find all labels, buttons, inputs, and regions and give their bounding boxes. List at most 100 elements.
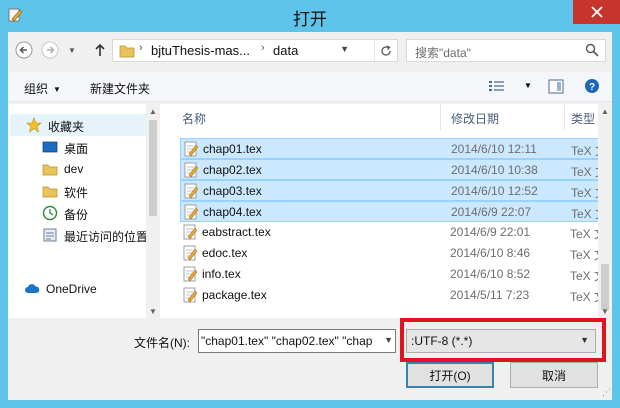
column-header-name[interactable]: 名称 [168, 104, 440, 130]
column-header-type[interactable]: 类型 [565, 104, 598, 130]
tex-file-icon [183, 287, 198, 303]
nav-item-label: 软件 [64, 186, 89, 200]
column-header-date[interactable]: 修改日期 [441, 104, 563, 130]
nav-item-label: 桌面 [64, 142, 89, 156]
refresh-icon [381, 44, 391, 56]
back-button[interactable] [14, 40, 34, 60]
breadcrumb-parent[interactable]: bjtuThesis-mas... [151, 43, 250, 58]
svg-text:?: ? [589, 82, 595, 93]
chevron-down-icon: ▼ [68, 45, 76, 55]
file-row[interactable]: chap01.tex2014/6/10 12:11TeX 文 [180, 138, 603, 159]
scroll-up-arrow-icon[interactable]: ▲ [146, 104, 160, 118]
title-bar: 打开 [0, 0, 620, 32]
resize-grip-icon[interactable]: ⋰ [602, 387, 611, 398]
breadcrumb-separator: › [261, 42, 265, 54]
file-date: 2014/6/10 8:52 [450, 267, 531, 281]
file-date: 2014/6/9 22:01 [450, 225, 531, 239]
file-name: chap01.tex [203, 142, 262, 156]
chevron-down-icon: ▼ [53, 85, 61, 94]
help-icon[interactable]: ? [584, 78, 600, 94]
up-button[interactable] [90, 40, 110, 60]
star-icon [26, 117, 42, 133]
forward-button[interactable] [40, 40, 60, 60]
tex-file-icon [183, 224, 198, 240]
window-frame: ▼ › bjtuThesis-mas... › data ▼ 搜索"data" … [0, 32, 620, 408]
window-title: 打开 [293, 10, 327, 29]
open-button[interactable]: 打开(O) [406, 362, 494, 388]
tex-file-icon [183, 245, 198, 261]
pane-splitter[interactable] [160, 104, 168, 318]
file-name: edoc.tex [202, 246, 248, 260]
preview-pane-icon[interactable] [548, 79, 564, 94]
file-name: chap03.tex [203, 184, 262, 198]
filename-label: 文件名(N): [134, 336, 190, 350]
view-dropdown-icon[interactable]: ▼ [524, 81, 532, 90]
cancel-button[interactable]: 取消 [510, 362, 598, 388]
filetype-select[interactable]: :UTF-8 (*.*) ▼ [406, 329, 596, 353]
file-name: chap02.tex [203, 163, 262, 177]
file-name: chap04.tex [203, 205, 262, 219]
scroll-down-arrow-icon[interactable]: ▼ [146, 304, 160, 318]
chevron-down-icon[interactable]: ▼ [384, 335, 393, 345]
navigation-pane: 收藏夹 桌面 dev 软件 备份 最近访问的位置 OneDrive ▲ ▼ [8, 104, 160, 318]
nav-item-label: dev [64, 162, 84, 176]
file-list: 名称 修改日期 类型 chap01.tex 2014/6/10 12:11 TeX … [168, 104, 612, 318]
file-date: 2014/6/10 10:38 [451, 163, 538, 177]
refresh-button[interactable] [375, 40, 397, 61]
tex-file-icon [183, 266, 198, 282]
backup-clock-icon [42, 205, 58, 221]
recent-places-icon [43, 228, 57, 242]
column-header-label: 类型 [571, 112, 596, 126]
forward-arrow-icon [41, 41, 59, 59]
tex-file-icon [184, 141, 199, 157]
scroll-down-arrow-icon[interactable]: ▼ [598, 304, 612, 318]
file-name: eabstract.tex [202, 225, 271, 239]
nav-item-label: 最近访问的位置 [64, 230, 149, 244]
tex-file-icon [184, 162, 199, 178]
breadcrumb-separator: › [139, 42, 143, 54]
filename-value: "chap01.tex" "chap02.tex" "chap [201, 334, 373, 348]
breadcrumb-current[interactable]: data [273, 43, 298, 58]
address-bar[interactable]: › bjtuThesis-mas... › data ▼ [112, 39, 398, 62]
new-folder-button[interactable]: 新建文件夹 [90, 80, 150, 97]
address-dropdown-icon[interactable]: ▼ [340, 44, 349, 54]
close-button[interactable] [573, 0, 620, 24]
folder-icon [119, 45, 135, 58]
folder-icon [42, 186, 58, 198]
file-row[interactable]: chap04.tex2014/6/9 22:07TeX 文 [180, 201, 603, 222]
close-icon [590, 6, 603, 18]
file-list-scrollbar[interactable]: ▲ ▼ [598, 104, 612, 318]
recent-locations-button[interactable]: ▼ [62, 40, 82, 60]
tex-file-icon [184, 204, 199, 220]
file-date: 2014/6/10 8:46 [450, 246, 531, 260]
search-input[interactable]: 搜索"data" [406, 39, 606, 62]
organize-menu[interactable]: 组织 ▼ [24, 80, 61, 97]
nav-item-label: OneDrive [46, 282, 97, 296]
search-icon [585, 43, 599, 57]
scrollbar-thumb[interactable] [149, 120, 157, 216]
up-arrow-icon [95, 43, 105, 56]
chevron-down-icon: ▼ [580, 335, 589, 345]
file-row[interactable]: chap03.tex2014/6/10 12:52TeX 文 [180, 180, 603, 201]
file-row[interactable]: chap02.tex2014/6/10 10:38TeX 文 [180, 159, 603, 180]
file-date: 2014/6/10 12:52 [451, 184, 538, 198]
filetype-value: :UTF-8 (*.*) [411, 334, 473, 348]
folder-icon [42, 164, 58, 176]
file-date: 2014/6/9 22:07 [451, 205, 532, 219]
scroll-up-arrow-icon[interactable]: ▲ [598, 104, 612, 118]
cloud-icon [25, 284, 40, 293]
nav-scrollbar[interactable]: ▲ ▼ [146, 104, 160, 318]
back-arrow-icon [15, 41, 33, 59]
organize-label: 组织 [24, 82, 49, 96]
tex-file-icon [184, 183, 199, 199]
file-row[interactable]: eabstract.tex2014/6/9 22:01TeX 文 [180, 222, 602, 243]
file-name: package.tex [202, 288, 267, 302]
command-bar: 组织 ▼ 新建文件夹 ▼ ? [8, 72, 612, 102]
file-date: 2014/5/11 7:23 [450, 288, 530, 302]
file-name: info.tex [202, 267, 241, 281]
filename-input[interactable]: "chap01.tex" "chap02.tex" "chap ▼ [198, 329, 396, 353]
view-options-icon[interactable] [488, 79, 506, 93]
file-row[interactable]: info.tex2014/6/10 8:52TeX 文 [180, 264, 602, 285]
file-row[interactable]: package.tex2014/5/11 7:23TeX 文 [180, 285, 602, 306]
file-row[interactable]: edoc.tex2014/6/10 8:46TeX 文 [180, 243, 602, 264]
